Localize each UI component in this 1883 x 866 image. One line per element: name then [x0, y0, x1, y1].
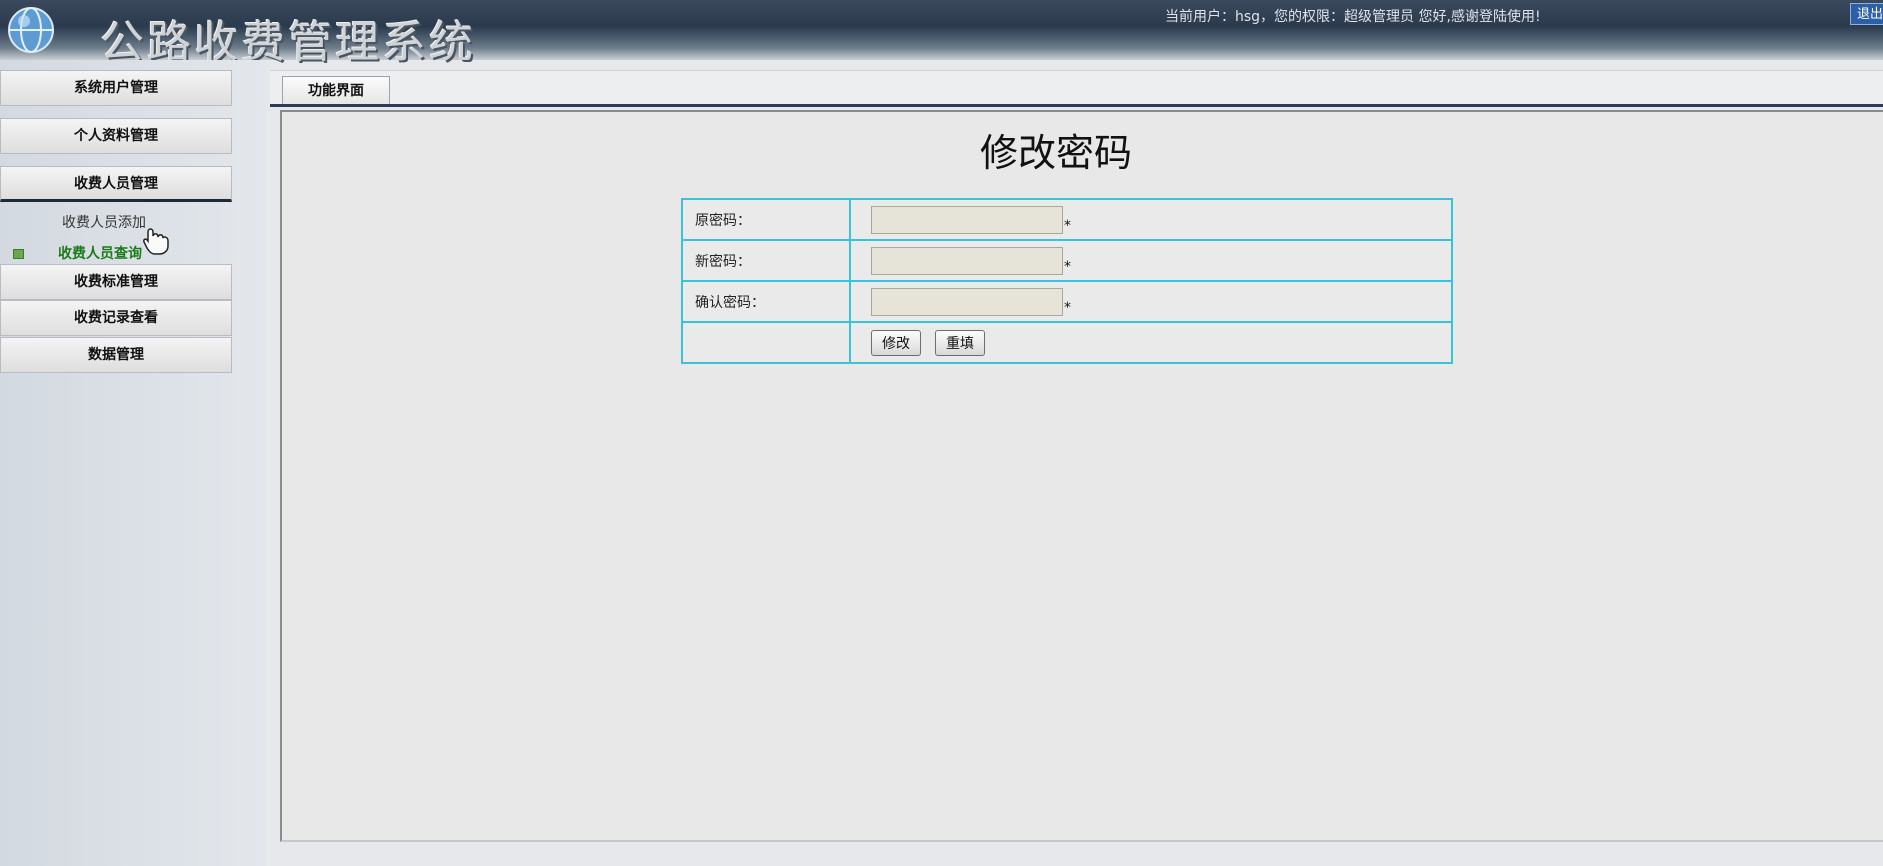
form-row-confirm-password: 确认密码： *	[681, 280, 1453, 323]
required-mark: *	[1064, 217, 1071, 234]
form-row-old-password: 原密码： *	[681, 198, 1453, 241]
globe-logo-icon	[8, 7, 54, 53]
empty-cell	[681, 321, 851, 364]
sidebar-item-toll-records[interactable]: 收费记录查看	[0, 300, 232, 336]
new-password-label: 新密码：	[681, 239, 851, 282]
page-title: 修改密码	[980, 131, 1133, 175]
sidebar-subitem-add-staff[interactable]: 收费人员添加	[62, 212, 146, 232]
change-password-form: 原密码： * 新密码： * 确认密码： * 修改 重填	[681, 198, 1453, 364]
sidebar-item-toll-standards[interactable]: 收费标准管理	[0, 264, 232, 300]
new-password-cell: *	[849, 239, 1453, 282]
logout-button[interactable]: 退出	[1850, 3, 1883, 25]
bullet-arrow-icon	[13, 249, 24, 259]
form-row-actions: 修改 重填	[681, 321, 1453, 364]
reset-button[interactable]: 重填	[935, 329, 985, 356]
actions-cell: 修改 重填	[849, 321, 1453, 364]
sidebar-subitem-search-staff[interactable]: 收费人员查询	[58, 243, 142, 263]
tab-strip: 功能界面	[270, 70, 1883, 107]
confirm-password-cell: *	[849, 280, 1453, 323]
user-info-text: 当前用户：hsg，您的权限：超级管理员 您好,感谢登陆使用!	[1165, 9, 1541, 25]
old-password-input[interactable]	[871, 205, 1063, 234]
old-password-cell: *	[849, 198, 1453, 241]
sidebar-item-personal-profile[interactable]: 个人资料管理	[0, 118, 232, 154]
sidebar-item-system-users[interactable]: 系统用户管理	[0, 70, 232, 106]
sidebar-item-data-management[interactable]: 数据管理	[0, 337, 232, 373]
hand-cursor-icon	[143, 228, 169, 255]
old-password-label: 原密码：	[681, 198, 851, 241]
required-mark: *	[1064, 258, 1071, 275]
form-row-new-password: 新密码： *	[681, 239, 1453, 282]
header-bar: 公路收费管理系统 当前用户：hsg，您的权限：超级管理员 您好,感谢登陆使用! …	[0, 0, 1883, 68]
confirm-password-label: 确认密码：	[681, 280, 851, 323]
sidebar: 系统用户管理 个人资料管理 收费人员管理	[0, 60, 266, 866]
confirm-password-input[interactable]	[871, 287, 1063, 316]
sidebar-item-toll-staff[interactable]: 收费人员管理	[0, 166, 232, 202]
tab-strip-divider	[270, 104, 1883, 107]
new-password-input[interactable]	[871, 246, 1063, 275]
required-mark: *	[1064, 299, 1071, 316]
submit-button[interactable]: 修改	[871, 329, 921, 356]
tab-function-view[interactable]: 功能界面	[282, 76, 390, 106]
